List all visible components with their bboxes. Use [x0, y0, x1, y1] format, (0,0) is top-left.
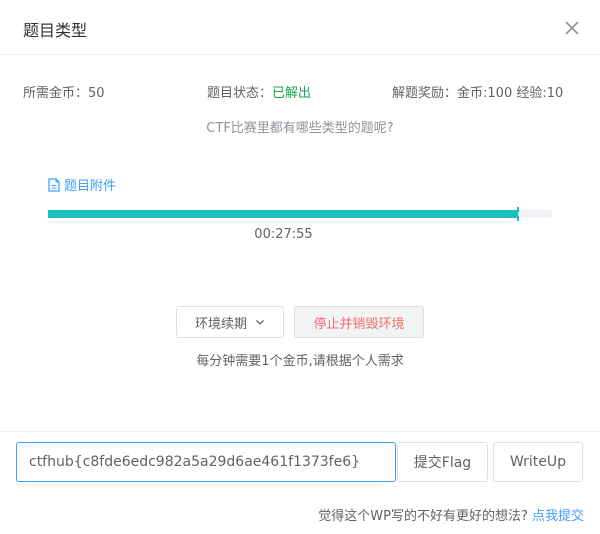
reward-value: 金币:100 经验:10 — [457, 86, 564, 101]
feedback-row: 觉得这个WP写的不好有更好的想法? 点我提交 — [318, 505, 584, 524]
cost-info: 所需金币：50 — [23, 82, 105, 101]
feedback-text: 觉得这个WP写的不好有更好的想法? — [318, 509, 528, 524]
flag-input[interactable] — [16, 442, 396, 482]
writeup-button[interactable]: WriteUp — [493, 442, 583, 482]
dialog-title: 题目类型 — [23, 21, 88, 40]
status-badge: 已解出 — [272, 86, 312, 101]
renew-environment-dropdown[interactable]: 环境续期 — [176, 306, 284, 338]
timer-progress-bar — [48, 207, 552, 221]
cost-value: 50 — [88, 86, 105, 101]
cost-note: 每分钟需要1个金币,请根据个人需求 — [196, 354, 404, 369]
reward-label: 解题奖励： — [392, 86, 458, 101]
feedback-submit-link[interactable]: 点我提交 — [532, 509, 584, 524]
destroy-environment-button[interactable]: 停止并销毁环境 — [294, 306, 424, 338]
renew-label: 环境续期 — [194, 316, 247, 332]
status-info: 题目状态：已解出 — [207, 82, 311, 101]
document-icon — [48, 177, 60, 192]
attachment-label: 题目附件 — [64, 179, 117, 194]
close-button[interactable] — [562, 18, 582, 38]
chevron-down-icon — [256, 320, 264, 325]
submit-flag-button[interactable]: 提交Flag — [397, 442, 488, 482]
timer-progress-fill — [48, 210, 518, 218]
timer-remaining: 00:27:55 — [254, 227, 313, 242]
challenge-question: CTF比赛里都有哪些类型的题呢? — [206, 121, 394, 136]
footer-divider — [0, 431, 600, 432]
close-icon — [565, 21, 579, 35]
attachment-link[interactable]: 题目附件 — [48, 175, 116, 194]
challenge-dialog: 题目类型 所需金币：50 题目状态：已解出 解题奖励：金币:100 经验:10 … — [0, 0, 600, 534]
dialog-header: 题目类型 — [0, 0, 600, 55]
status-label: 题目状态： — [207, 86, 273, 101]
cost-label: 所需金币： — [23, 86, 89, 101]
timer-progress-handle — [516, 207, 519, 221]
reward-info: 解题奖励：金币:100 经验:10 — [392, 82, 563, 101]
